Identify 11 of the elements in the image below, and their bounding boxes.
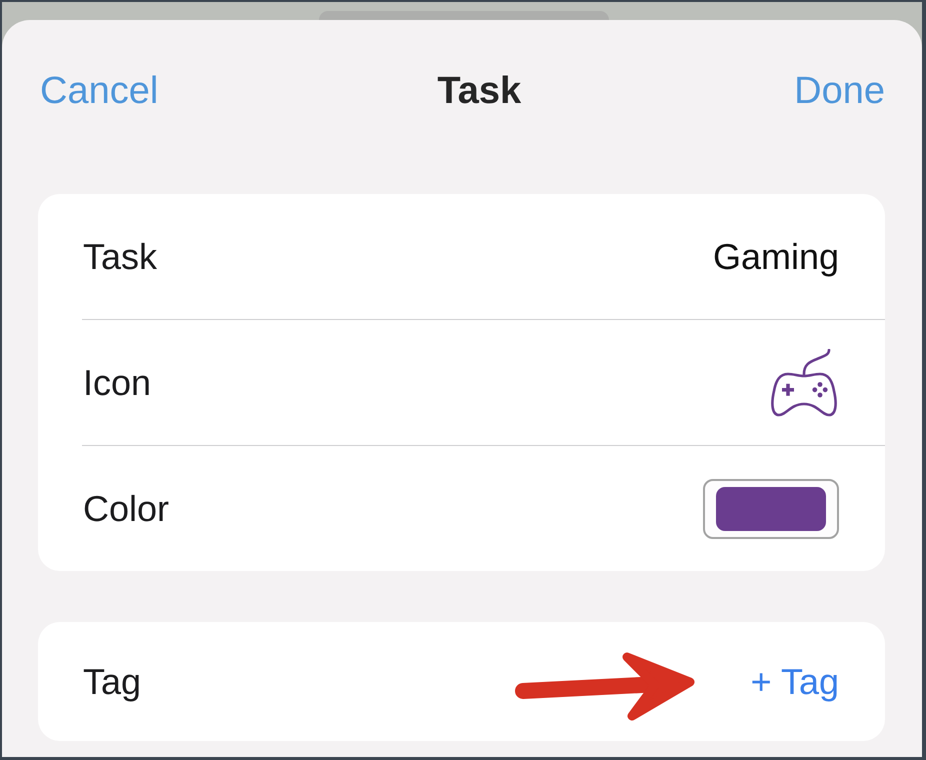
gamepad-icon[interactable] xyxy=(769,348,839,416)
task-name-value: Gaming xyxy=(712,234,839,278)
row-label: Color xyxy=(83,486,170,530)
row-label: Task xyxy=(83,234,158,278)
add-tag-button[interactable]: + Tag xyxy=(750,660,839,704)
color-swatch-icon[interactable] xyxy=(703,478,839,538)
done-button[interactable]: Done xyxy=(794,68,885,114)
cancel-button[interactable]: Cancel xyxy=(40,68,158,114)
row-label: Tag xyxy=(83,660,142,704)
row-label: Icon xyxy=(83,360,152,404)
sheet-title: Task xyxy=(437,69,522,114)
